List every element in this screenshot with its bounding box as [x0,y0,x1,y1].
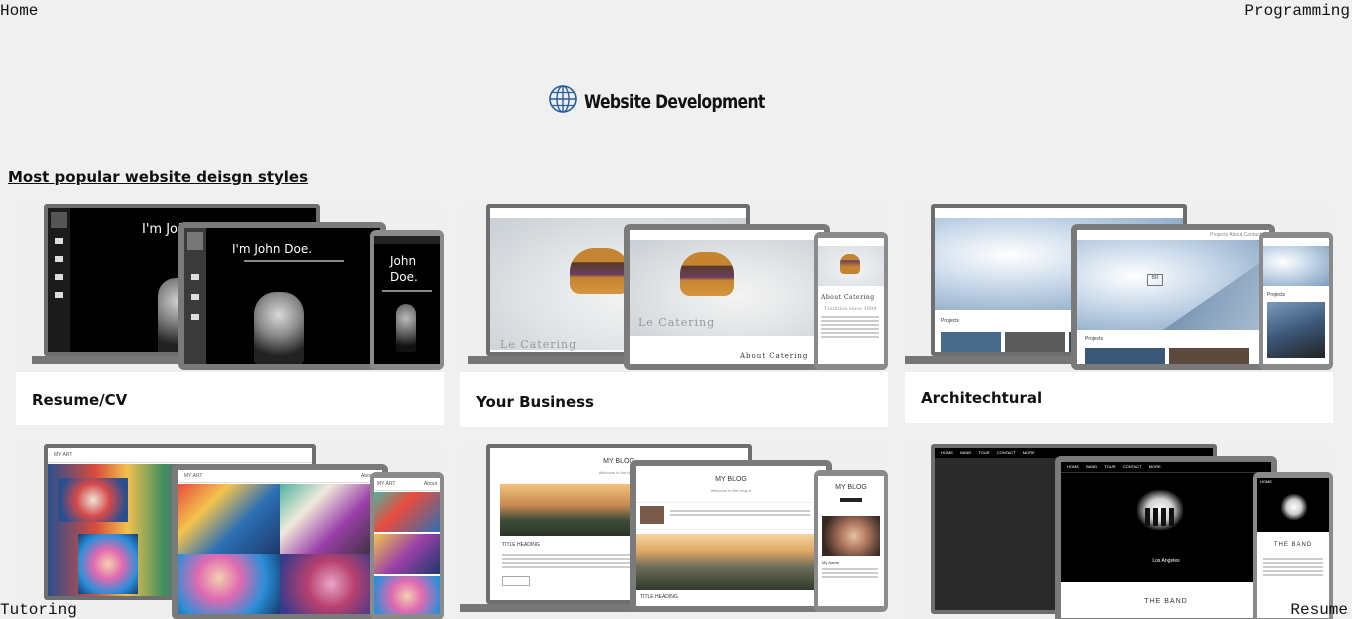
design-card-band[interactable]: HOME BAND TOUR CONTACT MORE HOME BAND TO… [905,444,1333,619]
card-label: Your Business [476,393,594,411]
laptop-brand: MY ART [54,452,73,458]
nav-resume-link[interactable]: Resume [1290,600,1348,619]
tablet-about: About Catering [740,352,809,360]
card-label: Architechtural [921,389,1043,407]
band-device-mockup: HOME BAND TOUR CONTACT MORE HOME BAND TO… [905,444,1333,619]
business-device-mockup: Le Catering Le Catering About Catering A… [460,204,888,372]
phone-band: THE BAND [1273,542,1313,548]
tablet-band: THE BAND [1144,598,1188,605]
resume-device-mockup: I'm John I'm John Doe. John Doe. [16,204,444,372]
design-card-architectural[interactable]: Projects Projects About Contact BR Proje… [905,204,1333,423]
design-card-resume[interactable]: I'm John I'm John Doe. John Doe. Resume/… [16,204,444,425]
tablet-blog-subtitle: Welcome to the blog of [710,488,752,493]
design-card-blog[interactable]: MY BLOG Welcome to the blog of TITLE HEA… [460,444,888,619]
design-card-business[interactable]: Le Catering Le Catering About Catering A… [460,204,888,427]
tablet-nav: Projects About Contact [1210,232,1261,238]
tablet-brand: Le Catering [638,316,716,329]
design-card-art[interactable]: MY ART MY ART About MY ART About [16,444,444,619]
tablet-blog-title: MY BLOG [715,476,747,483]
phone-nav: About [423,481,437,487]
phone-band-nav: HOME [1260,479,1272,484]
phone-blog-title: MY BLOG [835,484,867,491]
nav-programming-link[interactable]: Programming [1244,1,1350,21]
globe-icon [548,84,578,119]
tablet-band-nav: HOME BAND TOUR CONTACT MORE [1067,464,1161,469]
tablet-city: Los Angeles [1152,558,1180,564]
card-label: Resume/CV [32,391,128,409]
blog-device-mockup: MY BLOG Welcome to the blog of TITLE HEA… [460,444,888,619]
phone-section: Projects [1267,292,1286,298]
laptop-brand: Le Catering [500,338,578,351]
page-title: Website Development [583,90,765,113]
art-device-mockup: MY ART MY ART About MY ART About [16,444,444,619]
section-heading: Most popular website deisgn styles [8,168,309,186]
phone-brand: MY ART [377,481,396,487]
tablet-section: Projects [1085,336,1104,342]
tablet-brand: MY ART [184,473,203,479]
tablet-post-heading: TITLE HEADING [640,594,678,600]
phone-name: My Name [822,560,840,565]
laptop-section: Projects [941,318,960,324]
phone-tagline: Tradition since 1889 [824,306,877,312]
phone-heading-line1: John [390,254,417,268]
laptop-band-nav: HOME BAND TOUR CONTACT MORE [941,450,1035,455]
phone-heading-line2: Doe. [390,270,418,284]
nav-home-link[interactable]: Home [0,1,38,21]
page-header: Website Development [0,84,1352,119]
phone-about: About Catering [821,294,875,301]
tablet-heading: I'm John Doe. [232,242,313,256]
nav-tutoring-link[interactable]: Tutoring [0,600,77,619]
laptop-post-heading: TITLE HEADING [502,542,540,548]
architectural-device-mockup: Projects Projects About Contact BR Proje… [905,204,1333,372]
